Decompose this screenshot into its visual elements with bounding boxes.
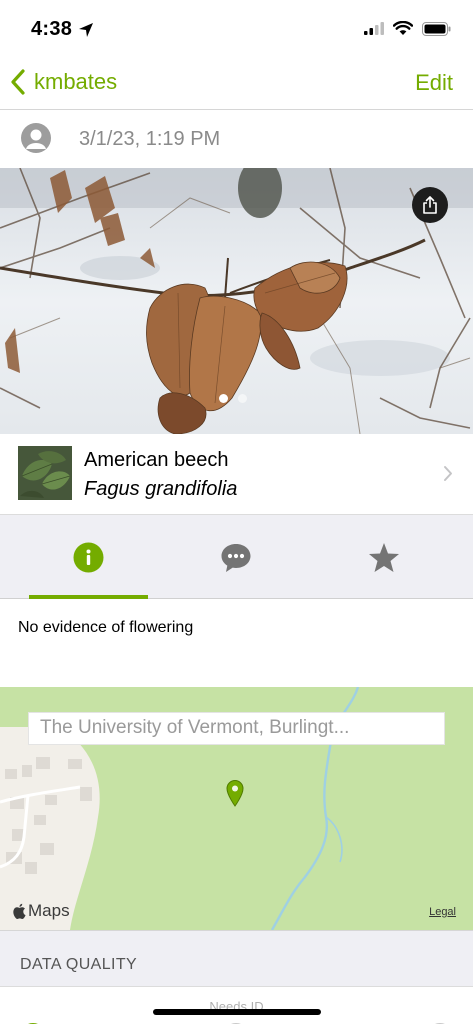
- observation-date: 3/1/23, 1:19 PM: [79, 128, 221, 150]
- photo-pager[interactable]: [219, 394, 247, 403]
- data-quality-heading: DATA QUALITY: [20, 956, 138, 973]
- flowering-annotation: No evidence of flowering: [18, 619, 194, 636]
- home-indicator[interactable]: [153, 1009, 321, 1015]
- observation-photo[interactable]: [0, 168, 473, 434]
- taxon-row[interactable]: American beech Fagus grandifolia: [0, 434, 473, 515]
- wifi-icon: [393, 21, 413, 35]
- location-arrow-icon: [79, 23, 93, 37]
- maps-attribution: Maps: [12, 901, 70, 921]
- info-panel: No evidence of flowering: [0, 599, 473, 687]
- tab-activity[interactable]: [177, 515, 295, 599]
- observation-map[interactable]: The University of Vermont, Burlingt... M…: [0, 687, 473, 930]
- taxon-common-name: American beech: [84, 449, 229, 471]
- pager-dot-active[interactable]: [219, 394, 228, 403]
- status-icons: [364, 21, 451, 36]
- share-icon: [423, 196, 437, 214]
- apple-logo-icon: [13, 903, 26, 919]
- info-icon: [73, 542, 103, 572]
- status-bar: 4:38: [0, 0, 473, 58]
- data-quality-card: Needs ID: [0, 986, 473, 1024]
- tab-info[interactable]: [29, 515, 147, 599]
- maps-provider-label: Maps: [28, 901, 70, 920]
- beech-leaf-thumbnail: [18, 446, 72, 500]
- share-button[interactable]: [412, 187, 448, 223]
- comment-bubble-icon: [221, 543, 251, 572]
- taxon-scientific-name: Fagus grandifolia: [84, 478, 238, 500]
- pager-dot[interactable]: [238, 394, 247, 403]
- back-button[interactable]: kmbates: [10, 68, 117, 96]
- observer-row[interactable]: 3/1/23, 1:19 PM: [0, 111, 473, 168]
- star-icon: [369, 542, 399, 572]
- chevron-left-icon: [11, 69, 25, 95]
- battery-icon: [422, 21, 451, 36]
- chevron-right-icon: [444, 466, 452, 481]
- map-place-label: The University of Vermont, Burlingt...: [28, 712, 445, 745]
- taxon-thumbnail: [18, 446, 72, 500]
- cellular-signal-icon: [364, 22, 384, 35]
- avatar[interactable]: [21, 123, 51, 153]
- map-legal-link[interactable]: Legal: [429, 906, 456, 918]
- navigation-bar: kmbates Edit: [0, 58, 473, 110]
- map-pin-icon[interactable]: [226, 779, 244, 807]
- observation-tabs: [0, 515, 473, 599]
- back-button-label: kmbates: [34, 69, 118, 94]
- status-time: 4:38: [31, 18, 73, 40]
- tab-favorites[interactable]: [325, 515, 443, 599]
- edit-button[interactable]: Edit: [415, 70, 453, 96]
- person-icon: [26, 129, 46, 149]
